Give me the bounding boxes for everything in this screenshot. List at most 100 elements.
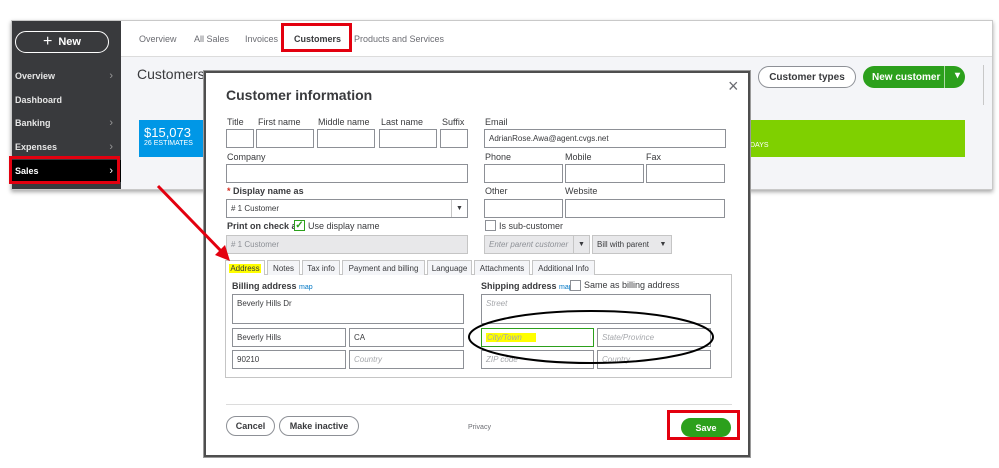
title-label: Title: [227, 117, 244, 127]
fax-field[interactable]: [646, 164, 725, 183]
shipping-address-label: Shipping address map: [481, 281, 573, 291]
chevron-down-icon: ▼: [451, 200, 467, 217]
tab-address[interactable]: Address: [225, 260, 265, 275]
page-title: Customers: [137, 66, 205, 82]
make-inactive-button[interactable]: Make inactive: [279, 416, 359, 436]
parent-customer-select[interactable]: Enter parent customer ▼: [484, 235, 590, 254]
billing-address-label-text: Billing address: [232, 281, 297, 291]
dialog-title: Customer information: [226, 87, 373, 103]
shipping-city-placeholder: City/Town: [486, 333, 536, 342]
new-button[interactable]: + New: [15, 31, 109, 53]
display-name-label-text: Display name as: [233, 186, 304, 196]
chevron-right-icon: ›: [109, 70, 113, 82]
shipping-country-field[interactable]: Country: [597, 350, 711, 369]
website-field[interactable]: [565, 199, 725, 218]
tab-payment-and-billing[interactable]: Payment and billing: [342, 260, 425, 275]
tab-all-sales[interactable]: All Sales: [194, 34, 229, 44]
title-field[interactable]: [226, 129, 254, 148]
new-button-label: New: [58, 36, 81, 48]
website-label: Website: [565, 186, 598, 196]
same-as-billing-checkbox[interactable]: [570, 280, 581, 291]
save-highlight-box: [667, 410, 740, 440]
chevron-right-icon: ›: [109, 117, 113, 129]
shipping-address-label-text: Shipping address: [481, 281, 557, 291]
sidebar-item-overview[interactable]: Overview ›: [12, 65, 121, 87]
suffix-field[interactable]: [440, 129, 468, 148]
tab-address-label: Address: [229, 263, 261, 273]
print-on-check-label: Print on check as: [227, 221, 302, 231]
billing-zip-field[interactable]: 90210: [232, 350, 346, 369]
estimate-caption: 26 ESTIMATES: [144, 140, 193, 147]
sidebar-item-label: Expenses: [15, 142, 58, 152]
sidebar-item-label: Dashboard: [15, 95, 63, 105]
top-navigation: Overview All Sales Invoices Customers Pr…: [121, 21, 992, 57]
new-customer-button[interactable]: New customer ▾: [863, 66, 965, 88]
chevron-right-icon: ›: [109, 141, 113, 153]
shipping-state-field[interactable]: State/Province: [597, 328, 711, 347]
company-label: Company: [227, 152, 266, 162]
bill-with-parent-select[interactable]: Bill with parent ▼: [592, 235, 672, 254]
display-name-label: * Display name as: [227, 186, 304, 196]
last-name-field[interactable]: [379, 129, 437, 148]
plus-icon: +: [43, 33, 53, 50]
green-bar-caption: DAYS: [750, 142, 769, 149]
middle-name-label: Middle name: [318, 117, 370, 127]
mobile-field[interactable]: [565, 164, 644, 183]
new-customer-label: New customer: [872, 71, 941, 83]
tab-invoices[interactable]: Invoices: [245, 34, 278, 44]
tab-products-and-services[interactable]: Products and Services: [354, 34, 444, 44]
use-display-name-checkbox[interactable]: ✓: [294, 220, 305, 231]
privacy-link[interactable]: Privacy: [468, 424, 491, 431]
billing-map-link[interactable]: map: [299, 284, 313, 291]
estimates-money-bar[interactable]: $15,073 26 ESTIMATES: [139, 120, 209, 157]
phone-field[interactable]: [484, 164, 563, 183]
tab-attachments[interactable]: Attachments: [474, 260, 530, 275]
sidebar-item-label: Overview: [15, 71, 56, 81]
parent-customer-placeholder: Enter parent customer: [489, 240, 569, 249]
fax-label: Fax: [646, 152, 662, 162]
customer-information-dialog: Customer information × Title First name …: [204, 71, 750, 457]
is-sub-customer-checkbox[interactable]: [485, 220, 496, 231]
first-name-field[interactable]: [256, 129, 314, 148]
first-name-label: First name: [258, 117, 301, 127]
shipping-street-field[interactable]: Street: [481, 294, 711, 324]
display-name-select[interactable]: # 1 Customer ▼: [226, 199, 468, 218]
chevron-down-icon: ▼: [573, 236, 589, 253]
customer-types-button[interactable]: Customer types: [758, 66, 856, 88]
billing-state-field[interactable]: CA: [349, 328, 464, 347]
chevron-down-icon[interactable]: ▾: [955, 70, 960, 81]
print-on-check-field[interactable]: # 1 Customer: [226, 235, 468, 254]
tab-additional-info[interactable]: Additional Info: [532, 260, 595, 275]
customer-tabs: Address Notes Tax info Payment and billi…: [225, 260, 732, 275]
other-label: Other: [485, 186, 508, 196]
use-display-name-label: Use display name: [308, 221, 380, 231]
tab-overview[interactable]: Overview: [139, 34, 177, 44]
mobile-label: Mobile: [565, 152, 592, 162]
sidebar-item-banking[interactable]: Banking ›: [12, 112, 121, 134]
scrollbar[interactable]: [983, 65, 989, 105]
shipping-zip-field[interactable]: ZIP code: [481, 350, 594, 369]
last-name-label: Last name: [381, 117, 424, 127]
sidebar-item-dashboard[interactable]: Dashboard: [12, 89, 121, 111]
phone-label: Phone: [485, 152, 512, 162]
company-field[interactable]: [226, 164, 468, 183]
bill-with-parent-value: Bill with parent: [597, 240, 650, 249]
shipping-city-field[interactable]: City/Town: [481, 328, 594, 347]
billing-city-field[interactable]: Beverly Hills: [232, 328, 346, 347]
middle-name-field[interactable]: [317, 129, 375, 148]
tab-notes[interactable]: Notes: [267, 260, 300, 275]
sales-highlight-box: [9, 156, 120, 184]
sidebar-item-expenses[interactable]: Expenses ›: [12, 136, 121, 158]
billing-street-field[interactable]: Beverly Hills Dr: [232, 294, 464, 324]
close-icon[interactable]: ×: [728, 77, 739, 95]
split-divider: [944, 66, 945, 88]
other-field[interactable]: [484, 199, 563, 218]
billing-country-field[interactable]: Country: [349, 350, 464, 369]
cancel-button[interactable]: Cancel: [226, 416, 275, 436]
email-field[interactable]: AdrianRose.Awa@agent.cvgs.net: [484, 129, 726, 148]
email-label: Email: [485, 117, 508, 127]
tab-tax-info[interactable]: Tax info: [302, 260, 340, 275]
chevron-down-icon: ▼: [659, 241, 667, 248]
customers-tab-highlight-box: [281, 23, 352, 52]
tab-language[interactable]: Language: [427, 260, 472, 275]
